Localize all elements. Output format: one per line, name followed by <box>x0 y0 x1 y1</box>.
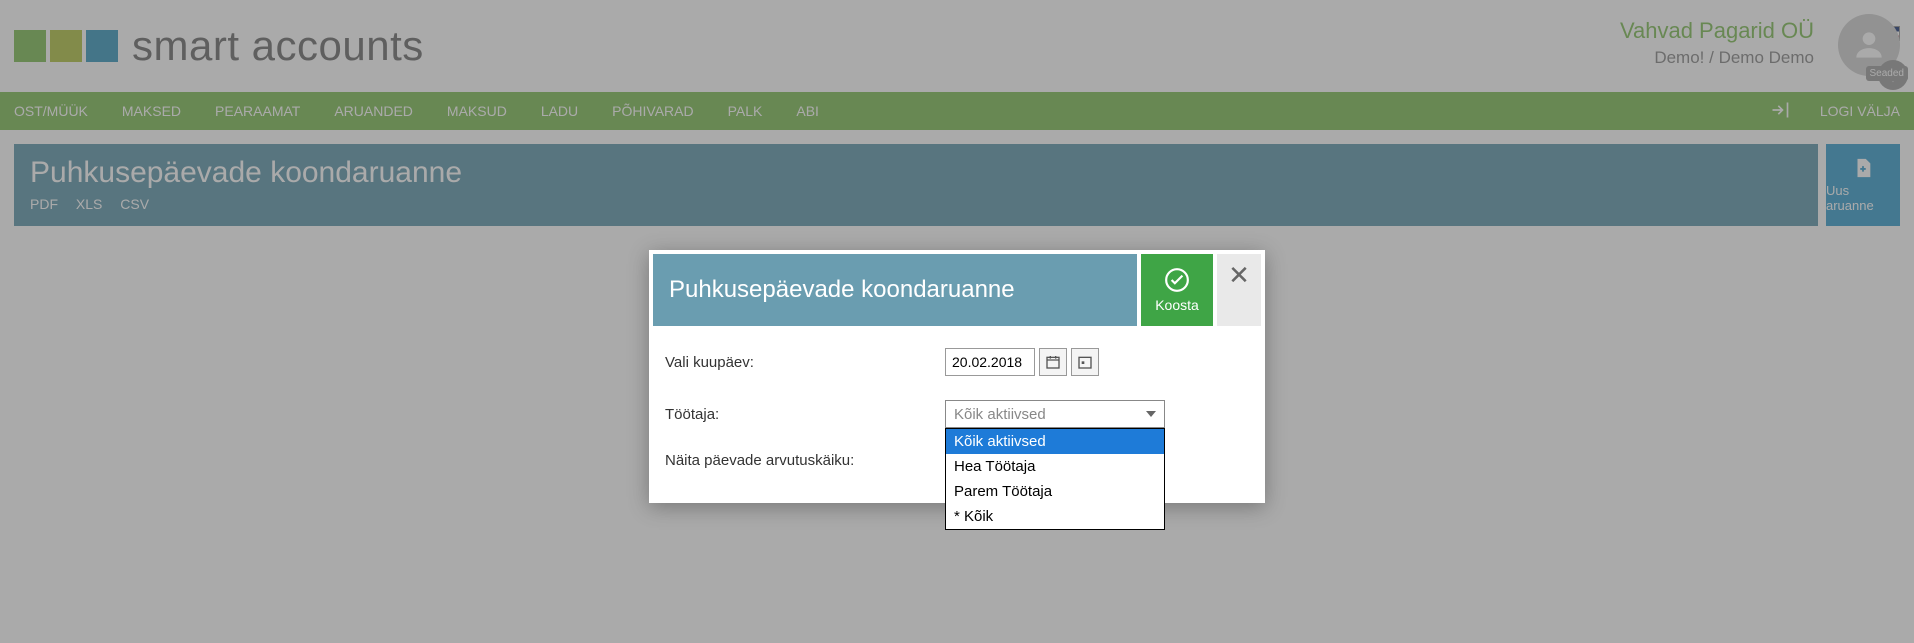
row-employee: Töötaja: Kõik aktiivsed Kõik aktiivsed H… <box>665 400 1249 428</box>
employee-option-all-active[interactable]: Kõik aktiivsed <box>946 429 1164 454</box>
date-input[interactable] <box>945 348 1035 376</box>
close-button[interactable]: ✕ <box>1217 254 1261 326</box>
modal-overlay[interactable]: Puhkusepäevade koondaruanne Koosta ✕ Val… <box>0 0 1914 643</box>
today-button[interactable] <box>1071 348 1099 376</box>
calendar-icon <box>1045 354 1061 370</box>
report-modal: Puhkusepäevade koondaruanne Koosta ✕ Val… <box>649 250 1265 503</box>
calendar-today-icon <box>1077 354 1093 370</box>
row-date: Vali kuupäev: <box>665 348 1249 376</box>
employee-select-value: Kõik aktiivsed <box>954 406 1046 423</box>
chevron-down-icon <box>1146 411 1156 417</box>
build-button[interactable]: Koosta <box>1141 254 1213 326</box>
employee-option-all[interactable]: * Kõik <box>946 504 1164 529</box>
employee-select[interactable]: Kõik aktiivsed Kõik aktiivsed Hea Töötaj… <box>945 400 1165 428</box>
modal-header: Puhkusepäevade koondaruanne Koosta ✕ <box>649 250 1265 330</box>
build-label: Koosta <box>1155 297 1199 313</box>
date-label: Vali kuupäev: <box>665 354 945 371</box>
modal-body: Vali kuupäev: Töötaja: Kõik aktiivsed <box>649 330 1265 503</box>
employee-option-parem[interactable]: Parem Töötaja <box>946 479 1164 504</box>
employee-select-display[interactable]: Kõik aktiivsed <box>945 400 1165 428</box>
close-icon: ✕ <box>1228 260 1250 291</box>
checkmark-circle-icon <box>1164 267 1190 293</box>
modal-title: Puhkusepäevade koondaruanne <box>653 254 1137 326</box>
show-calc-label: Näita päevade arvutuskäiku: <box>665 452 945 469</box>
employee-option-hea[interactable]: Hea Töötaja <box>946 454 1164 479</box>
calendar-picker-button[interactable] <box>1039 348 1067 376</box>
employee-dropdown: Kõik aktiivsed Hea Töötaja Parem Töötaja… <box>945 428 1165 530</box>
employee-label: Töötaja: <box>665 406 945 423</box>
